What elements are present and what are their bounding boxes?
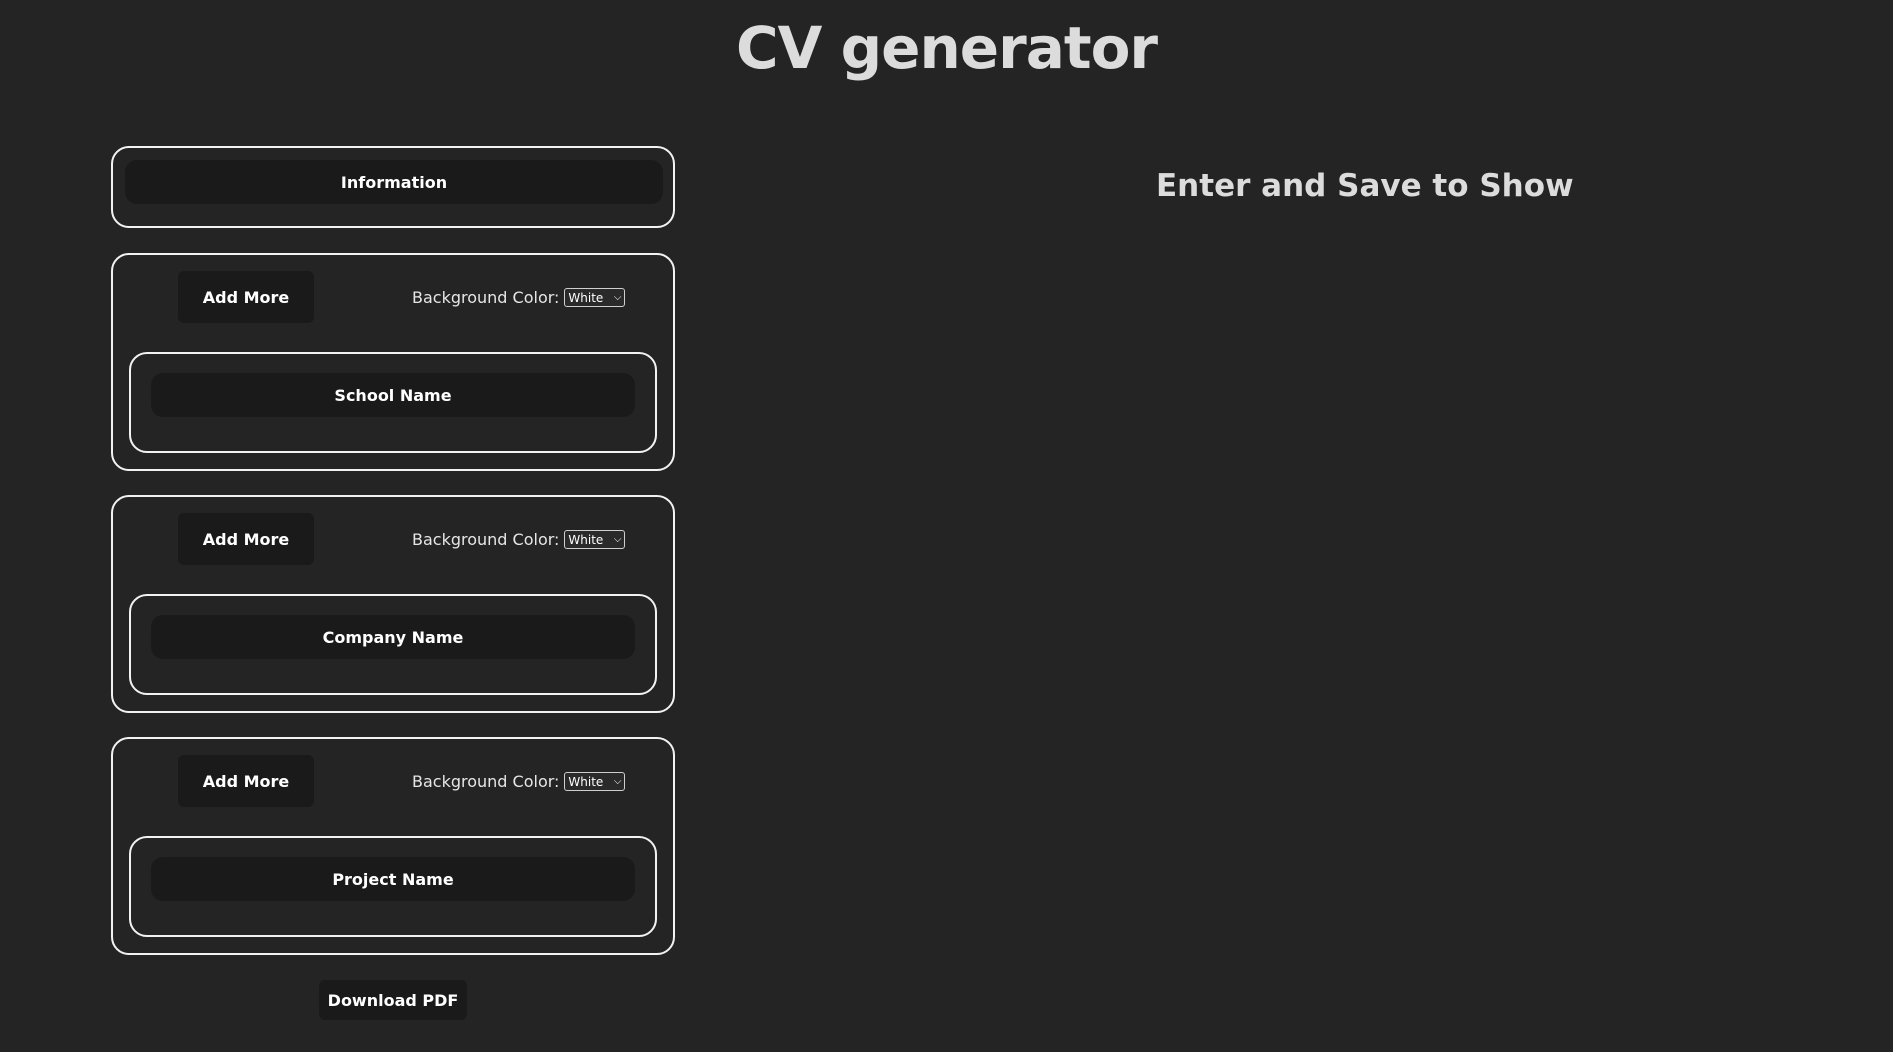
experience-section: Add More Background Color: White ⌵ Compa… [111,495,675,713]
add-more-button[interactable]: Add More [178,513,314,565]
chevron-down-icon: ⌵ [613,775,622,787]
project-name-button[interactable]: Project Name [151,857,635,901]
background-color-label: Background Color: [412,772,560,791]
background-color-select[interactable]: White ⌵ [564,288,626,307]
preview-placeholder: Enter and Save to Show [1156,168,1574,204]
information-card: Information [111,146,675,228]
chevron-down-icon: ⌵ [613,533,622,545]
background-color-value: White [568,774,604,789]
education-entry-card: School Name [129,352,657,453]
background-color-control: Background Color: White ⌵ [412,772,626,791]
background-color-label: Background Color: [412,288,560,307]
editor-panel: Information Add More Background Color: W… [111,146,675,979]
download-pdf-button[interactable]: Download PDF [319,980,467,1020]
background-color-select[interactable]: White ⌵ [564,530,626,549]
chevron-down-icon: ⌵ [613,291,622,303]
add-more-button[interactable]: Add More [178,755,314,807]
company-name-button[interactable]: Company Name [151,615,635,659]
projects-section: Add More Background Color: White ⌵ Proje… [111,737,675,955]
background-color-select[interactable]: White ⌵ [564,772,626,791]
background-color-control: Background Color: White ⌵ [412,530,626,549]
school-name-button[interactable]: School Name [151,373,635,417]
background-color-value: White [568,290,604,305]
background-color-label: Background Color: [412,530,560,549]
background-color-value: White [568,532,604,547]
experience-entry-card: Company Name [129,594,657,695]
education-section: Add More Background Color: White ⌵ Schoo… [111,253,675,471]
information-button[interactable]: Information [125,160,663,204]
add-more-button[interactable]: Add More [178,271,314,323]
background-color-control: Background Color: White ⌵ [412,288,626,307]
project-entry-card: Project Name [129,836,657,937]
page-title: CV generator [735,14,1158,82]
